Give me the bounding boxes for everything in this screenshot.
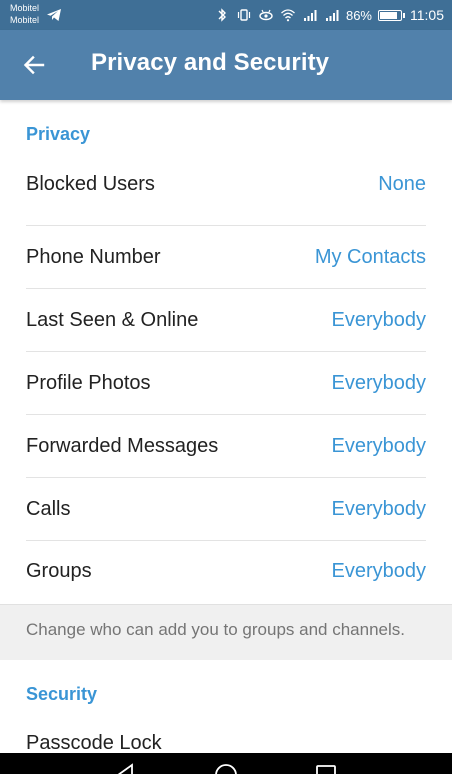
profile-photos-label: Profile Photos (26, 372, 151, 394)
last-seen-value: Everybody (331, 309, 427, 331)
status-bar: Mobitel Mobitel 86% 11:05 (0, 0, 452, 30)
telegram-icon (47, 9, 61, 21)
bluetooth-icon (218, 8, 226, 22)
vibrate-icon (237, 9, 251, 21)
back-triangle-icon[interactable] (114, 763, 138, 774)
calls-value: Everybody (331, 498, 427, 520)
clock: 11:05 (410, 7, 444, 23)
calls-label: Calls (26, 498, 71, 520)
forwarded-messages-row[interactable]: Forwarded Messages Everybody (26, 415, 426, 478)
blocked-users-row[interactable]: Blocked Users None (26, 163, 426, 226)
home-circle-icon[interactable] (214, 763, 238, 774)
back-button[interactable] (14, 45, 54, 85)
status-icons: 86% 11:05 (214, 0, 444, 30)
groups-value: Everybody (331, 560, 427, 582)
blocked-users-label: Blocked Users (26, 173, 155, 195)
phone-number-row[interactable]: Phone Number My Contacts (26, 226, 426, 289)
battery-percentage: 86% (345, 7, 372, 23)
page-title: Privacy and Security (91, 49, 330, 76)
settings-list[interactable]: Privacy Blocked Users None Phone Number … (0, 100, 452, 753)
profile-photos-value: Everybody (331, 372, 427, 394)
last-seen-row[interactable]: Last Seen & Online Everybody (26, 289, 426, 352)
recents-square-icon[interactable] (314, 763, 338, 774)
groups-info-text: Change who can add you to groups and cha… (0, 604, 452, 660)
phone-number-value: My Contacts (314, 246, 426, 268)
navigation-bar (0, 753, 452, 774)
passcode-lock-row[interactable]: Passcode Lock (26, 725, 426, 754)
blocked-users-value: None (378, 173, 426, 195)
toolbar: Privacy and Security (0, 30, 452, 100)
carrier-name-1: Mobitel (10, 3, 40, 13)
carrier-info: Mobitel Mobitel (10, 2, 39, 26)
signal-icon-2 (325, 10, 339, 21)
last-seen-label: Last Seen & Online (26, 309, 199, 331)
phone-number-label: Phone Number (26, 246, 161, 268)
wifi-icon (281, 9, 295, 22)
eye-comfort-icon (259, 9, 273, 21)
passcode-lock-label: Passcode Lock (26, 731, 162, 754)
calls-row[interactable]: Calls Everybody (26, 478, 426, 541)
forwarded-messages-value: Everybody (331, 435, 427, 457)
carrier-name-2: Mobitel (10, 15, 40, 25)
arrow-left-icon (23, 55, 45, 75)
signal-icon-1 (303, 10, 317, 21)
profile-photos-row[interactable]: Profile Photos Everybody (26, 352, 426, 415)
battery-icon (378, 9, 405, 21)
groups-label: Groups (26, 560, 92, 582)
forwarded-messages-label: Forwarded Messages (26, 435, 219, 457)
groups-row[interactable]: Groups Everybody (26, 541, 426, 604)
